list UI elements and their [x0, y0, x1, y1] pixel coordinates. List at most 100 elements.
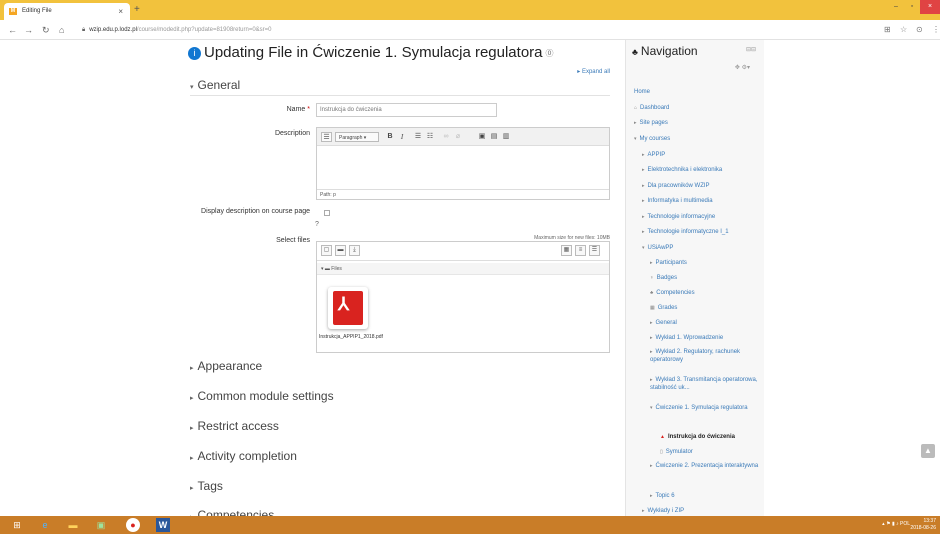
display-help-icon[interactable]: ?: [315, 221, 319, 228]
nav-item-badges[interactable]: ♆ Badges: [650, 274, 677, 282]
tray-icons[interactable]: ▴ ⚑ ▮ ♪: [882, 521, 900, 527]
navigation-title: ♣ Navigation: [632, 44, 698, 58]
minimize-button[interactable]: –: [888, 0, 904, 14]
name-label-text: Name: [286, 106, 306, 113]
chevron-right-icon: ▸: [642, 167, 645, 173]
appearance-section-header[interactable]: ▸ Appearance: [190, 359, 262, 373]
chevron-right-icon: ▸: [650, 463, 653, 469]
maximize-button[interactable]: ▫: [904, 0, 920, 14]
general-section-header[interactable]: ▾ General: [190, 78, 240, 92]
nav-item-section-current[interactable]: ▾ Ćwiczenie 1. Symulacja regulatora: [650, 404, 760, 412]
nav-item-competencies[interactable]: ♣ Competencies: [650, 289, 695, 297]
reload-icon[interactable]: ↻: [42, 23, 50, 37]
section-label: Common module settings: [197, 389, 334, 403]
image-icon[interactable]: ▣: [477, 132, 487, 142]
file-manager-icon[interactable]: ▥: [501, 132, 511, 142]
nav-item-grades[interactable]: ▦ Grades: [650, 304, 677, 312]
word-icon[interactable]: W: [156, 518, 170, 532]
nav-item-course[interactable]: ▸ Wykłady i ZIP: [642, 507, 684, 515]
nav-item-course[interactable]: ▸ Technologie informacyjne: [642, 213, 715, 221]
block-actions-icon[interactable]: ✥ ⚙▾: [735, 64, 750, 71]
bookmark-star-icon[interactable]: ☆: [900, 23, 907, 37]
menu-dots-icon[interactable]: ⋮: [932, 23, 940, 37]
tab-close-icon[interactable]: ×: [118, 3, 123, 20]
nav-item-site-pages[interactable]: ▸ Site pages: [634, 119, 668, 127]
system-tray: ▴ ⚑ ▮ ♪ POL: [882, 521, 910, 527]
language-indicator[interactable]: POL: [900, 521, 910, 527]
nav-item-course[interactable]: ▸ Technologie informatyczne I_1: [642, 228, 729, 236]
unlink-icon[interactable]: ⌀: [453, 132, 463, 142]
acrobat-icon: ⅄: [338, 294, 349, 314]
nav-item-label: Ćwiczenie 1. Symulacja regulatora: [655, 405, 748, 411]
tree-view-icon[interactable]: ☰: [589, 245, 600, 256]
page-content: i Updating File in Ćwiczenie 1. Symulacja…: [0, 40, 940, 516]
translate-icon[interactable]: ⊞: [884, 23, 891, 37]
close-window-button[interactable]: ×: [920, 0, 940, 14]
nav-item-course[interactable]: ▸ APPIP: [642, 151, 665, 159]
url-input[interactable]: 🔒︎ wzip.edu.p.lodz.pl/course/modedit.php?…: [82, 23, 862, 37]
link-icon[interactable]: ∞: [441, 132, 451, 142]
dock-block-icon[interactable]: ⊟⊟: [746, 46, 756, 53]
nav-item-current-activity[interactable]: ▲ Instrukcja do ćwiczenia: [660, 433, 735, 441]
clock-time: 13:37: [923, 518, 936, 524]
media-icon[interactable]: ▤: [489, 132, 499, 142]
internet-explorer-icon[interactable]: e: [38, 518, 52, 532]
browser-tab[interactable]: M Editing File ×: [4, 3, 130, 20]
new-tab-button[interactable]: +: [134, 3, 140, 17]
download-icon[interactable]: ⤓: [349, 245, 360, 256]
nav-item-section[interactable]: ▸ Wykład 1. Wprowadzenie: [650, 334, 723, 342]
clock[interactable]: 13:37 2018-08-26: [910, 518, 936, 532]
nav-item-section[interactable]: ▸ General: [650, 319, 677, 327]
list-view-icon[interactable]: ≡: [575, 245, 586, 256]
toolbar-toggle-icon[interactable]: ☰: [321, 132, 332, 142]
description-editor[interactable]: ☰ Paragraph ▾ B I ☰ ☷ ∞ ⌀ ▣ ▤ ▥ Path: p: [316, 127, 610, 200]
windows-start-icon[interactable]: ⊞: [10, 518, 24, 532]
dashboard-icon: ⌂: [634, 105, 638, 111]
bold-icon[interactable]: B: [385, 132, 395, 142]
create-folder-icon[interactable]: ▬: [335, 245, 346, 256]
competencies-header[interactable]: ▸Competencies: [190, 508, 274, 516]
display-description-checkbox[interactable]: [324, 210, 330, 216]
numbered-list-icon[interactable]: ☷: [425, 132, 435, 142]
nav-item-course[interactable]: ▸ Elektrotechnika i elektronika: [642, 166, 722, 174]
name-field[interactable]: Instrukcja do ćwiczenia: [316, 103, 497, 117]
nav-item-home[interactable]: Home: [634, 88, 650, 96]
store-icon[interactable]: ▣: [94, 518, 108, 532]
tags-header[interactable]: ▸ Tags: [190, 479, 223, 493]
nav-item-section[interactable]: ▸ Topic 6: [650, 492, 675, 500]
nav-item-course-current[interactable]: ▾ USiAwPP: [642, 244, 673, 252]
browser-tab-bar: M Editing File × + – ▫ ×: [0, 0, 940, 20]
nav-item-dashboard[interactable]: ⌂ Dashboard: [634, 104, 669, 112]
file-explorer-icon[interactable]: ▬: [66, 518, 80, 532]
nav-item-participants[interactable]: ▸ Participants: [650, 259, 687, 267]
account-icon[interactable]: ⊙: [916, 23, 923, 37]
nav-item-section[interactable]: ▸ Wykład 2. Regulatory, rachunek operator…: [650, 348, 760, 364]
nav-item-course[interactable]: ▸ Dla pracowników WZIP: [642, 182, 710, 190]
icon-view-icon[interactable]: ▦: [561, 245, 572, 256]
nav-item-label: Topic 6: [655, 493, 675, 499]
chrome-icon[interactable]: ●: [126, 518, 140, 532]
restrict-access-header[interactable]: ▸ Restrict access: [190, 419, 279, 433]
common-module-settings-header[interactable]: ▸ Common module settings: [190, 389, 334, 403]
pdf-file-icon[interactable]: ⅄: [328, 287, 368, 329]
forward-arrow-icon[interactable]: →: [24, 23, 33, 37]
home-icon[interactable]: ⌂: [59, 23, 64, 37]
back-arrow-icon[interactable]: ←: [8, 23, 17, 37]
chevron-right-icon: ▸: [190, 485, 194, 492]
chevron-right-icon: ▸: [650, 260, 653, 266]
bullet-list-icon[interactable]: ☰: [413, 132, 423, 142]
activity-completion-header[interactable]: ▸ Activity completion: [190, 449, 297, 463]
scroll-to-top-button[interactable]: ▲: [921, 444, 935, 458]
help-icon[interactable]: ⓪: [546, 48, 554, 59]
italic-icon[interactable]: I: [397, 132, 407, 142]
nav-item-label: Technologie informacyjne: [647, 214, 716, 220]
nav-item-activity[interactable]: ▯ Symulator: [660, 448, 693, 456]
expand-all-link[interactable]: ▸ Expand all: [577, 68, 610, 75]
nav-item-course[interactable]: ▸ Informatyka i multimedia: [642, 197, 713, 205]
nav-item-section[interactable]: ▸ Wykład 3. Transmitancja operatorowa, st…: [650, 376, 760, 392]
paragraph-select[interactable]: Paragraph ▾: [335, 132, 379, 142]
nav-item-section[interactable]: ▸ Ćwiczenie 2. Prezentacja interaktywna: [650, 462, 760, 470]
nav-item-my-courses[interactable]: ▾ My courses: [634, 135, 670, 143]
file-name[interactable]: Instrukcja_APPIP1_2018.pdf: [319, 334, 383, 341]
add-file-icon[interactable]: ▢: [321, 245, 332, 256]
